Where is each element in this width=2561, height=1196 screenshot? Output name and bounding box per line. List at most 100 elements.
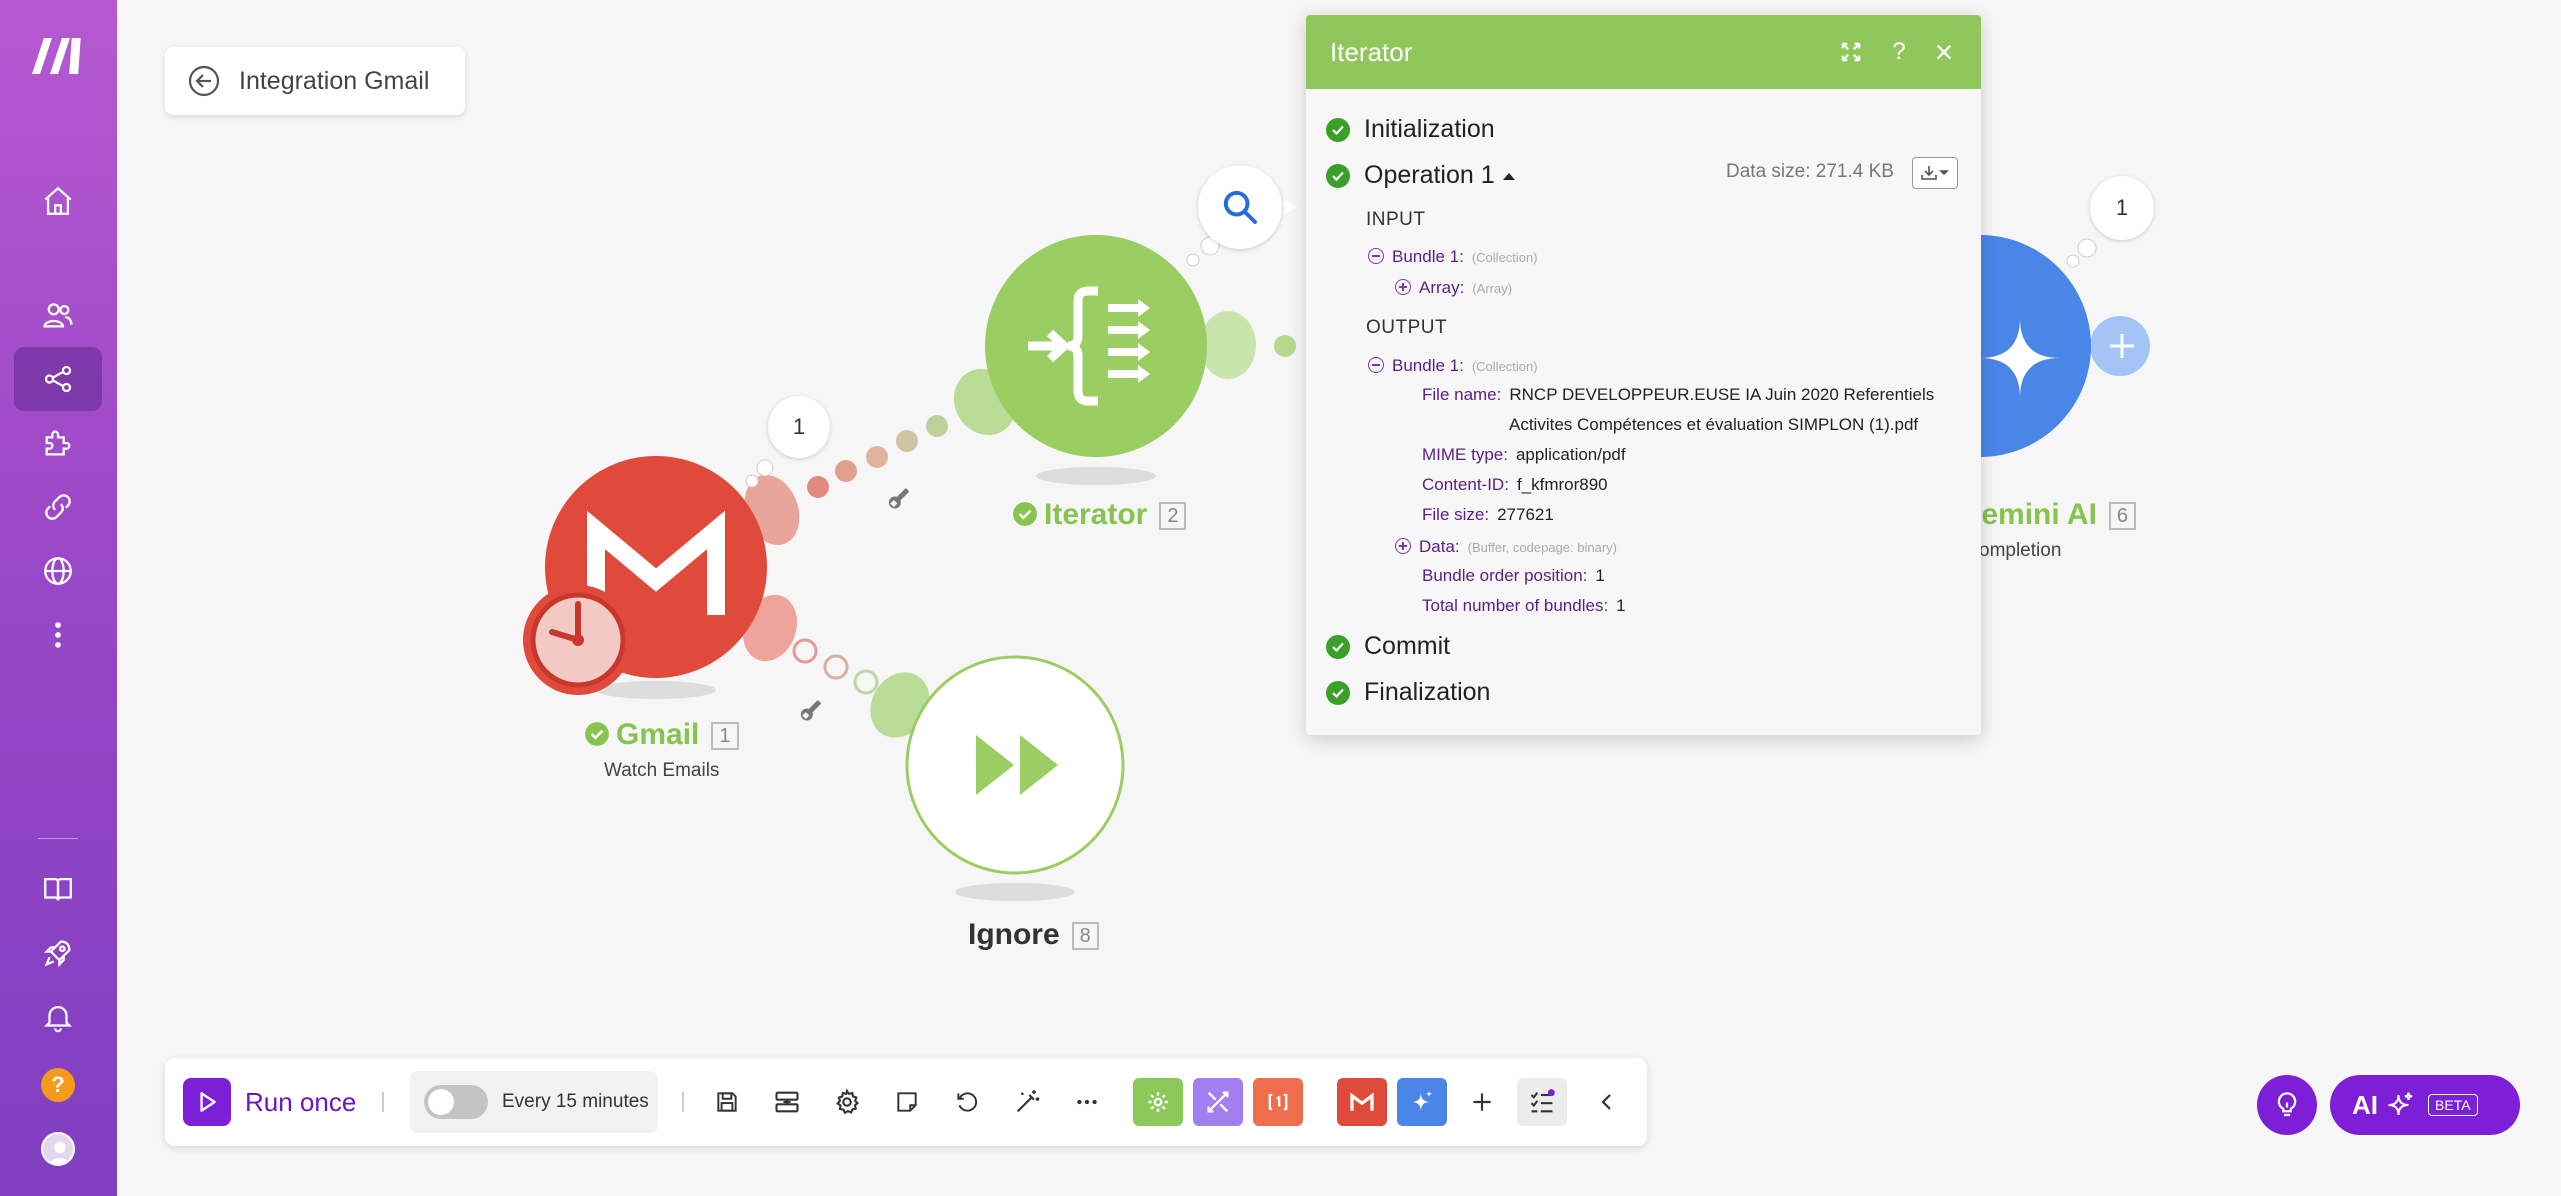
close-button[interactable]: × (1929, 34, 1959, 70)
field-mime-type: MIME type: application/pdf (1422, 445, 1626, 465)
field-value: f_kfmror890 (1516, 475, 1608, 494)
output-bundle-row[interactable]: Bundle 1: (Collection) (1368, 355, 1538, 376)
field-value: application/pdf (1515, 445, 1626, 464)
field-value: 1 (1595, 566, 1605, 585)
field-file-size: File size: 277621 (1422, 505, 1554, 525)
wrench-icon (800, 700, 821, 721)
field-data[interactable]: Data: (Buffer, codepage: binary) (1395, 536, 1617, 557)
tree-key: Bundle 1: (1392, 356, 1464, 375)
phase-operation[interactable]: Operation 1 (1326, 161, 1517, 190)
check-icon (1326, 117, 1350, 142)
field-value: RNCP DEVELOPPEUR.EUSE IA Juin 2020 Refer… (1509, 385, 1935, 404)
expand-button[interactable] (1836, 37, 1866, 67)
phase-label: Initialization (1364, 115, 1495, 143)
add-module-button[interactable] (1462, 1082, 1502, 1122)
save-button[interactable] (707, 1082, 747, 1122)
schedule-toggle[interactable] (424, 1085, 488, 1119)
collapse-icon[interactable] (1368, 357, 1384, 373)
gmail-label[interactable]: Gmail 1 (584, 718, 739, 752)
schedule-label: Every 15 minutes (502, 1091, 649, 1112)
magic-wand-icon (1016, 1090, 1040, 1113)
collapse-icon[interactable] (1368, 248, 1384, 264)
gmail-operation-bubble[interactable]: 1 (768, 396, 830, 458)
help-button[interactable]: ? (1884, 37, 1914, 67)
gemini-tile[interactable] (1397, 1078, 1447, 1126)
align-button[interactable] (767, 1082, 807, 1122)
iterator-label[interactable]: Iterator 2 (1012, 498, 1187, 532)
note-icon (897, 1092, 917, 1112)
gemini-label[interactable]: Gemini AI 6 (1958, 498, 2137, 532)
ignore-label[interactable]: Ignore 8 (968, 918, 1099, 952)
scenario-toolbar: Run once Every 15 minutes (165, 1058, 1647, 1146)
tree-key: Bundle 1: (1392, 247, 1464, 266)
undo-icon (957, 1092, 978, 1112)
search-icon (1223, 190, 1257, 224)
expand-tree-icon[interactable] (1395, 279, 1411, 295)
output-header: OUTPUT (1366, 317, 1448, 338)
download-button[interactable] (1912, 157, 1958, 189)
ai-label: AI (2352, 1089, 2378, 1120)
collapse-toolbar-button[interactable] (1587, 1082, 1627, 1122)
ignore-name: Ignore (968, 918, 1060, 951)
run-once-button[interactable]: Run once (183, 1076, 356, 1128)
ignore-module[interactable] (905, 655, 1125, 875)
gmail-module[interactable] (523, 456, 767, 695)
input-bundle-row[interactable]: Bundle 1: (Collection) (1368, 246, 1538, 267)
json-tile[interactable] (1253, 1078, 1303, 1126)
field-value: 1 (1616, 596, 1626, 615)
tree-type: (Collection) (1471, 359, 1538, 374)
caret-up-icon[interactable] (1501, 170, 1517, 182)
input-header: INPUT (1366, 209, 1426, 230)
schedule-control[interactable]: Every 15 minutes (410, 1071, 658, 1133)
phase-finalization[interactable]: Finalization (1326, 678, 1490, 707)
flow-control-tile[interactable] (1193, 1078, 1243, 1126)
status-check-icon (585, 722, 609, 746)
check-icon (1326, 163, 1350, 188)
ignore-number: 8 (1071, 922, 1099, 951)
plus-icon (1473, 1093, 1491, 1111)
tools-tile[interactable] (1133, 1078, 1183, 1126)
gmail-tile[interactable] (1337, 1078, 1387, 1126)
lightbulb-icon (2277, 1092, 2297, 1117)
json-icon (1268, 1093, 1288, 1111)
field-bundle-order: Bundle order position: 1 (1422, 566, 1605, 586)
more-options-button[interactable] (1067, 1082, 1107, 1122)
phase-initialization[interactable]: Initialization (1326, 115, 1495, 144)
phase-commit[interactable]: Commit (1326, 632, 1450, 661)
checklist-icon (1530, 1089, 1555, 1113)
checklist-button[interactable] (1517, 1078, 1567, 1126)
field-key: Bundle order position: (1422, 566, 1588, 585)
input-array-row[interactable]: Array: (Array) (1395, 277, 1512, 298)
settings-button[interactable] (827, 1082, 867, 1122)
save-icon (717, 1092, 737, 1112)
panel-header: Iterator ? × (1306, 15, 1981, 89)
inspect-bubble[interactable] (1198, 165, 1282, 249)
iterator-module[interactable] (985, 235, 1207, 457)
history-button[interactable] (947, 1082, 987, 1122)
iterator-output-panel: Iterator ? × Initialization Operation 1 … (1306, 15, 1981, 735)
gemini-icon (1411, 1090, 1433, 1112)
more-horizontal-icon (1077, 1099, 1097, 1105)
gemini-operation-bubble[interactable]: 1 (2090, 176, 2154, 240)
ai-assistant-button[interactable]: AI BETA (2330, 1075, 2520, 1135)
field-key: File name: (1422, 385, 1502, 404)
flow-control-icon (1207, 1091, 1229, 1113)
field-key: Data: (1419, 537, 1460, 556)
gmail-icon (1350, 1092, 1374, 1111)
gmail-name: Gmail (616, 718, 700, 751)
phase-label: Commit (1364, 632, 1451, 660)
tree-type: (Collection) (1471, 250, 1538, 265)
phase-label: Operation 1 (1364, 161, 1495, 189)
expand-icon (1841, 42, 1861, 62)
auto-align-button[interactable] (1007, 1082, 1047, 1122)
notes-button[interactable] (887, 1082, 927, 1122)
tree-type: (Array) (1472, 281, 1513, 296)
iterator-name: Iterator (1044, 498, 1148, 531)
gmail-subtitle: Watch Emails (604, 760, 720, 781)
download-icon (1921, 166, 1949, 180)
field-total-bundles: Total number of bundles: 1 (1422, 596, 1626, 616)
expand-tree-icon[interactable] (1395, 538, 1411, 554)
field-value: 277621 (1497, 505, 1554, 524)
chevron-left-icon (1601, 1094, 1611, 1110)
tips-button[interactable] (2257, 1075, 2317, 1135)
